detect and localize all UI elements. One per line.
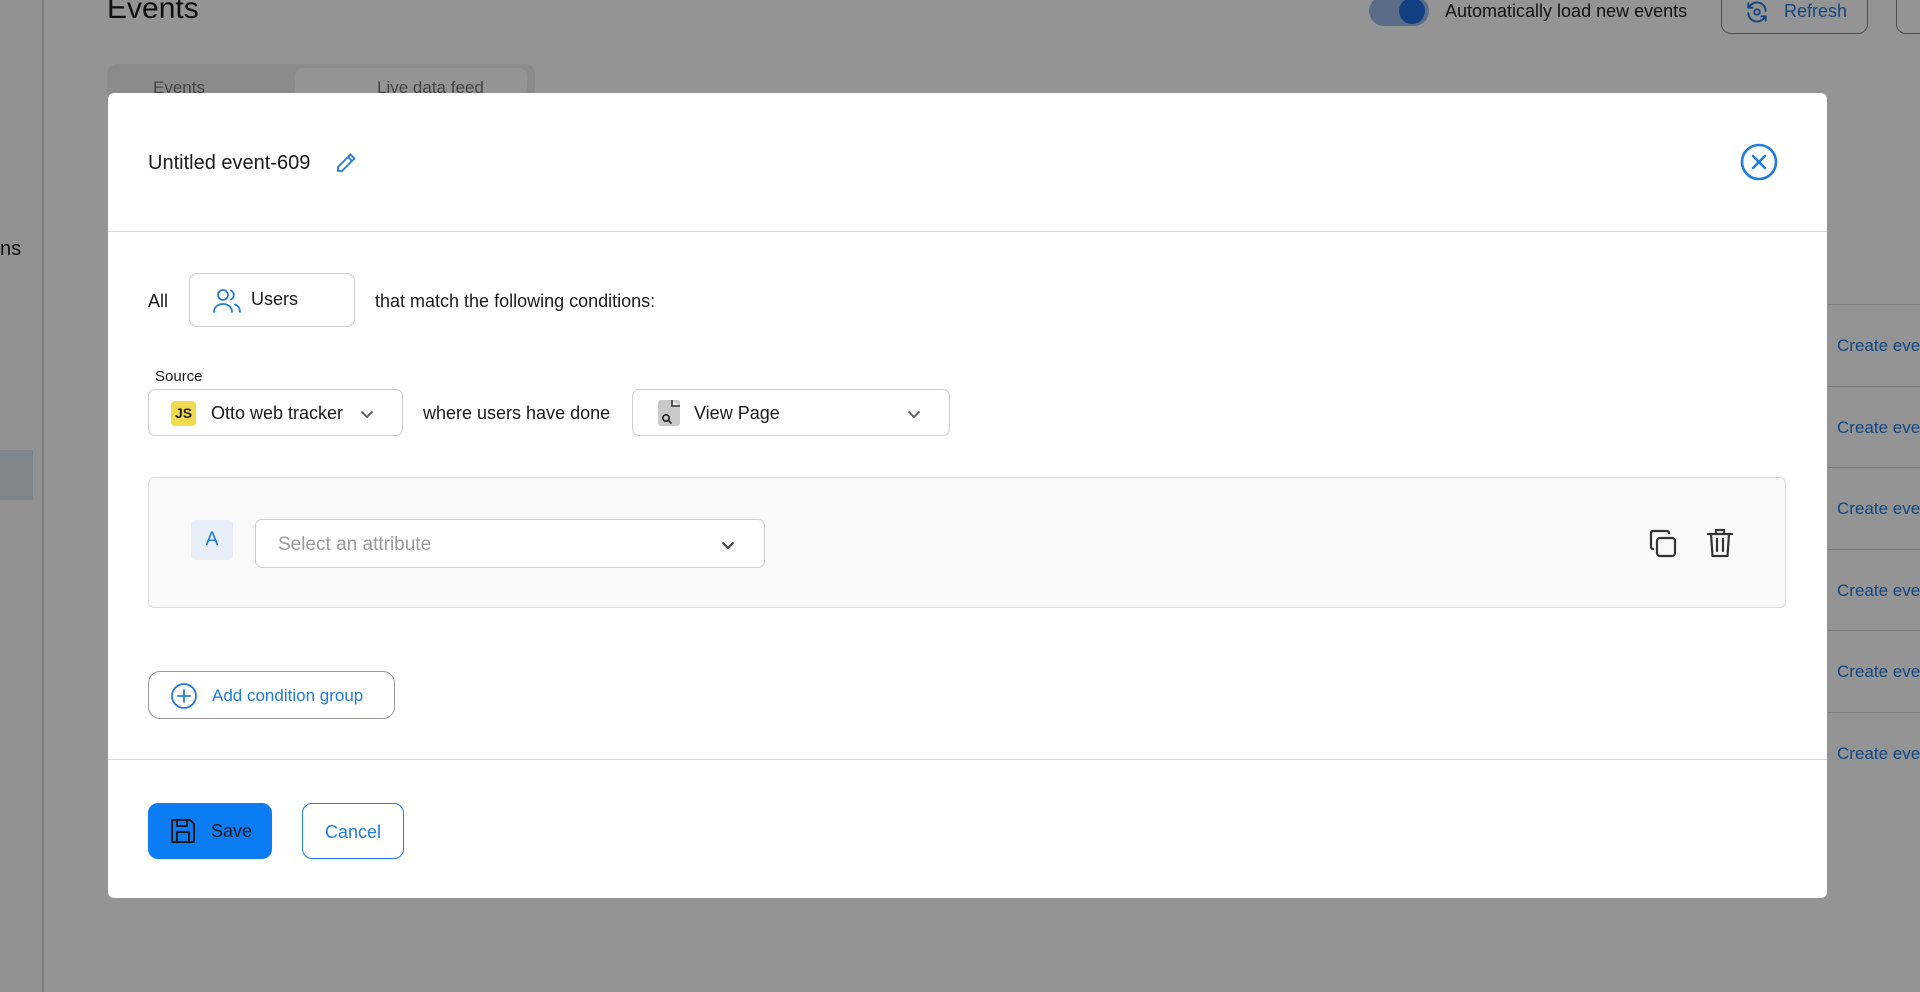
page-search-icon (658, 400, 680, 426)
entity-selector-button[interactable]: Users (189, 273, 355, 327)
chevron-down-icon (361, 411, 373, 418)
create-event-modal: Untitled event-609 All Users that match … (108, 93, 1827, 898)
trash-icon[interactable] (1705, 527, 1735, 559)
attribute-placeholder: Select an attribute (278, 534, 432, 555)
source-select[interactable]: JS Otto web tracker (148, 389, 403, 436)
plus-circle-icon (171, 683, 197, 709)
all-label: All (148, 291, 169, 311)
add-condition-group-label: Add condition group (212, 686, 364, 705)
save-button[interactable]: Save (148, 803, 272, 859)
condition-group: A Select an attribute (148, 477, 1786, 608)
cancel-button[interactable]: Cancel (302, 803, 404, 859)
condition-group-letter: A (191, 520, 233, 560)
where-users-have-done-text: where users have done (423, 403, 611, 423)
floppy-disk-icon (171, 819, 195, 843)
cancel-label: Cancel (324, 822, 382, 842)
chevron-down-icon (908, 411, 920, 418)
close-icon[interactable] (1739, 142, 1779, 182)
source-value: Otto web tracker (211, 403, 344, 423)
add-condition-group-button[interactable]: Add condition group (148, 671, 395, 719)
modal-header: Untitled event-609 (108, 93, 1827, 232)
pencil-icon[interactable] (334, 151, 358, 175)
copy-icon[interactable] (1647, 528, 1679, 560)
event-type-value: View Page (694, 403, 780, 423)
attribute-select[interactable]: Select an attribute (255, 519, 765, 568)
javascript-icon: JS (171, 401, 196, 426)
users-icon (213, 289, 241, 313)
chevron-down-icon (722, 542, 734, 549)
save-label: Save (211, 821, 253, 841)
modal-title: Untitled event-609 (148, 152, 311, 174)
source-label: Source (155, 368, 203, 385)
match-conditions-text: that match the following conditions: (375, 291, 656, 311)
event-type-select[interactable]: View Page (632, 389, 950, 436)
modal-footer: Save Cancel (108, 759, 1827, 898)
entity-selector-label: Users (251, 289, 299, 309)
